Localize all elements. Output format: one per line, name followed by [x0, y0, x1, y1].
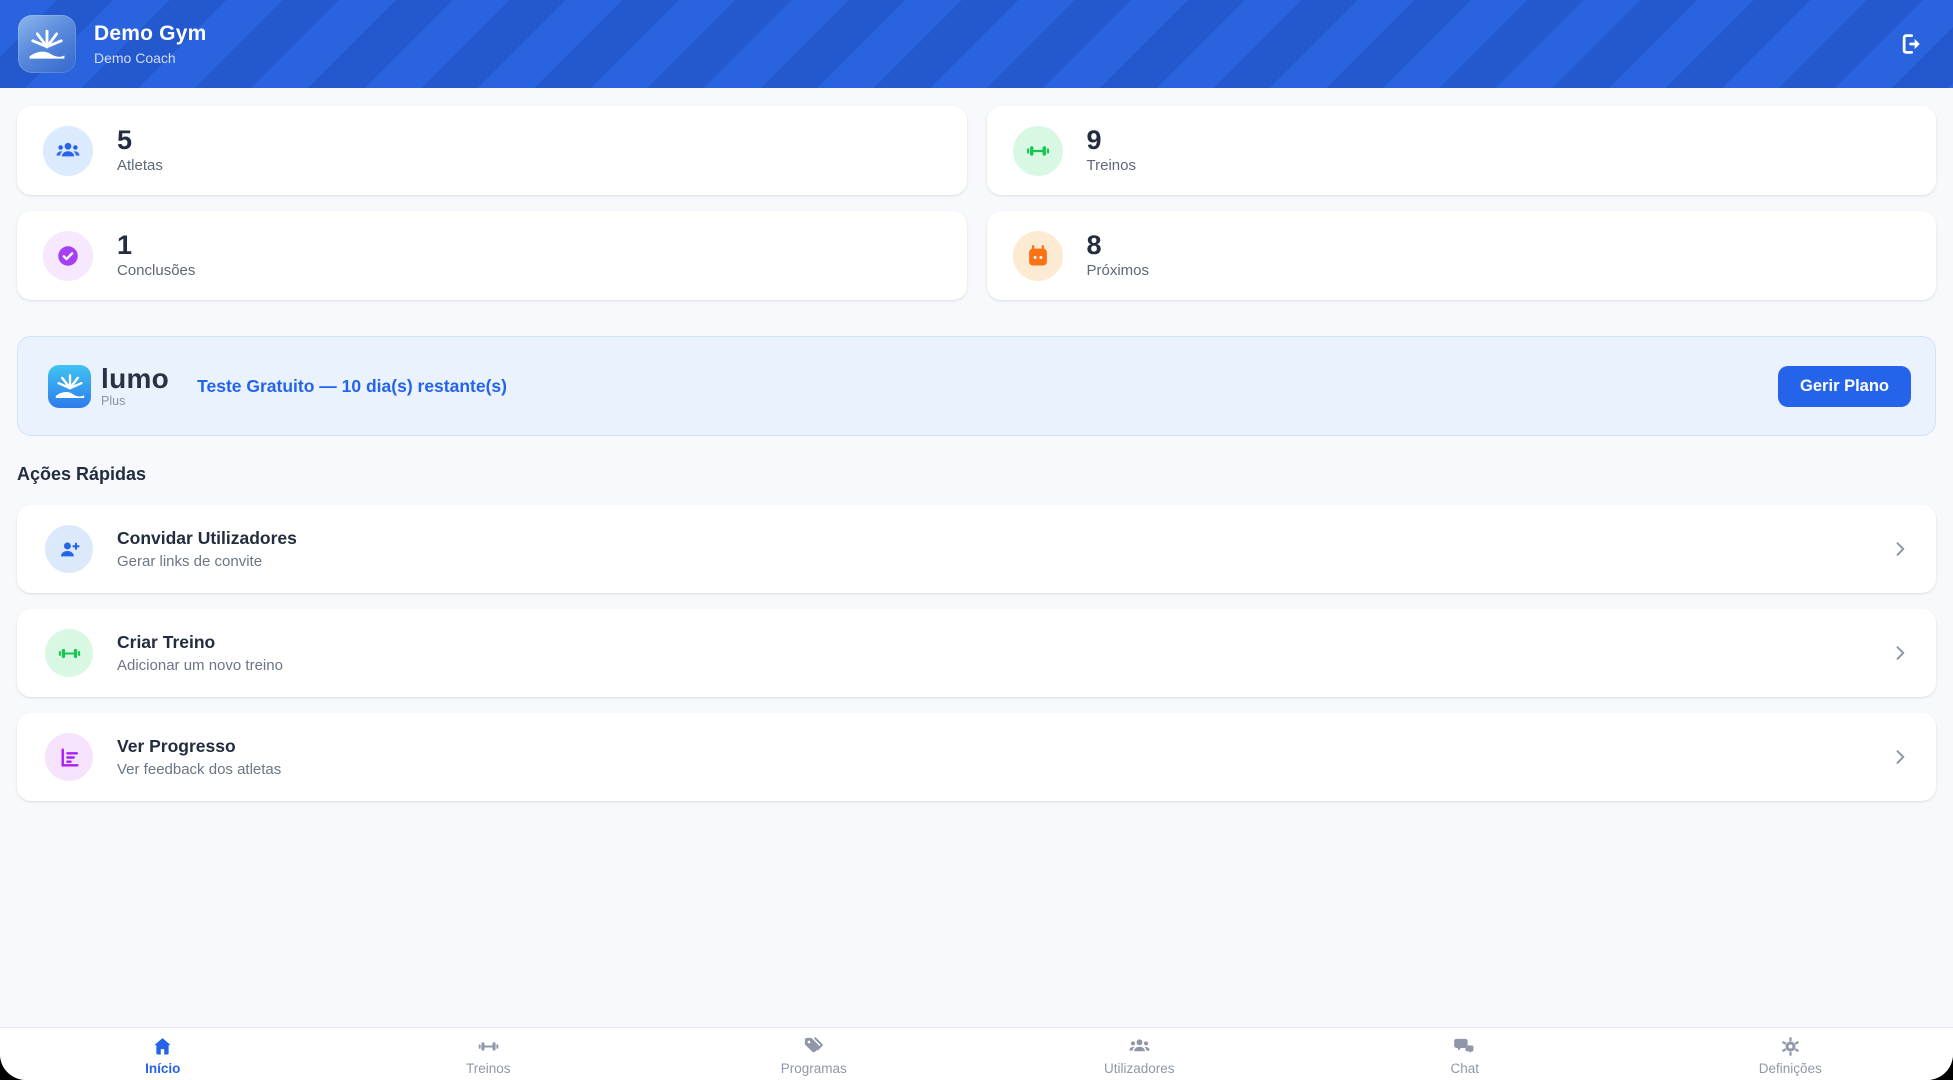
trial-message: Teste Gratuito — 10 dia(s) restante(s): [197, 376, 507, 397]
nav-label: Chat: [1450, 1061, 1479, 1076]
lumo-wordmark: lumo Plus: [101, 365, 169, 408]
lumo-logo: [48, 365, 91, 408]
action-subtitle: Ver feedback dos atletas: [117, 761, 281, 778]
nav-item-home[interactable]: Início: [0, 1028, 326, 1080]
action-title: Convidar Utilizadores: [117, 528, 297, 549]
nav-item-chat[interactable]: Chat: [1302, 1028, 1628, 1080]
stat-value-athletes: 5: [117, 127, 163, 154]
stat-value-upcoming: 8: [1087, 232, 1150, 259]
tags-icon: [802, 1035, 825, 1058]
stat-label-completions: Conclusões: [117, 262, 195, 279]
lumo-brand-text: lumo: [101, 365, 169, 393]
nav-item-settings[interactable]: Definições: [1628, 1028, 1953, 1080]
trial-banner: lumo Plus Teste Gratuito — 10 dia(s) res…: [17, 336, 1936, 436]
nav-item-users[interactable]: Utilizadores: [977, 1028, 1303, 1080]
dashboard: 5 Atletas 9 Treinos: [0, 88, 1953, 801]
stat-label-workouts: Treinos: [1087, 157, 1136, 174]
calendar-icon: [1013, 231, 1063, 281]
chevron-right-icon: [1890, 539, 1910, 559]
nav-label: Treinos: [466, 1061, 511, 1076]
action-title: Ver Progresso: [117, 736, 281, 757]
stat-card-upcoming: 8 Próximos: [987, 211, 1937, 300]
stat-label-athletes: Atletas: [117, 157, 163, 174]
nav-label: Programas: [781, 1061, 847, 1076]
stat-card-athletes: 5 Atletas: [17, 106, 967, 195]
home-icon: [151, 1035, 174, 1058]
stat-label-upcoming: Próximos: [1087, 262, 1150, 279]
lumo-plus-text: Plus: [101, 395, 169, 408]
gym-name: Demo Gym: [94, 22, 206, 46]
dumbbell-icon: [45, 629, 93, 677]
chat-icon: [1453, 1035, 1476, 1058]
chevron-right-icon: [1890, 643, 1910, 663]
progress-chart-icon: [45, 733, 93, 781]
stat-card-completions: 1 Conclusões: [17, 211, 967, 300]
header-titles: Demo Gym Demo Coach: [94, 22, 206, 66]
coach-name: Demo Coach: [94, 50, 206, 66]
bottom-nav: Início Treinos Programas: [0, 1027, 1953, 1080]
action-view-progress[interactable]: Ver Progresso Ver feedback dos atletas: [17, 713, 1936, 801]
stat-value-workouts: 9: [1087, 127, 1136, 154]
user-plus-icon: [45, 525, 93, 573]
logout-button[interactable]: [1893, 27, 1927, 61]
users-icon: [43, 126, 93, 176]
manage-plan-button[interactable]: Gerir Plano: [1778, 366, 1911, 407]
dumbbell-icon: [1013, 126, 1063, 176]
nav-label: Início: [145, 1061, 180, 1076]
action-subtitle: Gerar links de convite: [117, 553, 297, 570]
nav-label: Utilizadores: [1104, 1061, 1175, 1076]
dumbbell-icon: [477, 1035, 500, 1058]
nav-item-programs[interactable]: Programas: [651, 1028, 977, 1080]
chevron-right-icon: [1890, 747, 1910, 767]
action-subtitle: Adicionar um novo treino: [117, 657, 283, 674]
action-invite-users[interactable]: Convidar Utilizadores Gerar links de con…: [17, 505, 1936, 593]
stat-card-workouts: 9 Treinos: [987, 106, 1937, 195]
nav-label: Definições: [1759, 1061, 1822, 1076]
quick-actions-title: Ações Rápidas: [17, 464, 1936, 485]
gym-logo: [18, 15, 76, 73]
action-title: Criar Treino: [117, 632, 283, 653]
app-screen: Demo Gym Demo Coach: [0, 0, 1953, 1080]
check-circle-icon: [43, 231, 93, 281]
stat-value-completions: 1: [117, 232, 195, 259]
action-create-workout[interactable]: Criar Treino Adicionar um novo treino: [17, 609, 1936, 697]
sunburst-icon: [53, 369, 87, 403]
sign-out-icon: [1897, 31, 1923, 57]
gear-icon: [1779, 1035, 1802, 1058]
stats-grid: 5 Atletas 9 Treinos: [17, 106, 1936, 300]
sunburst-icon: [25, 22, 69, 66]
app-header: Demo Gym Demo Coach: [0, 0, 1953, 88]
users-icon: [1128, 1035, 1151, 1058]
nav-item-workouts[interactable]: Treinos: [326, 1028, 652, 1080]
